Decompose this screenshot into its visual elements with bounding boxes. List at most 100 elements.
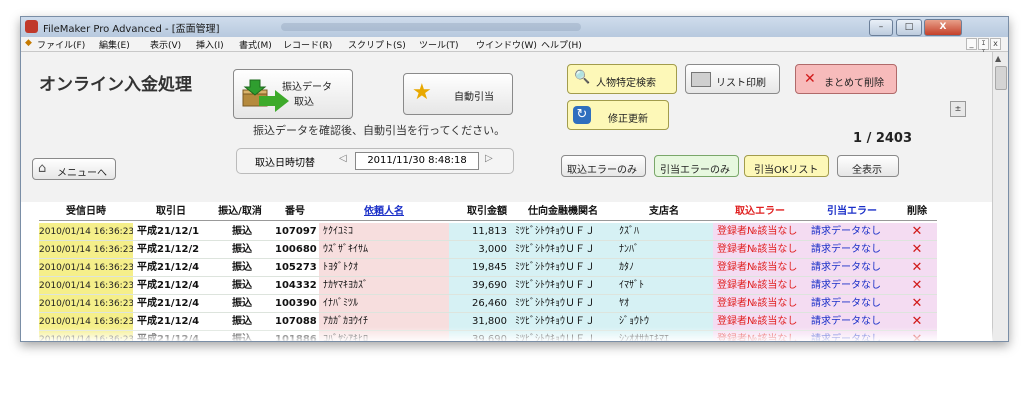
menu-help[interactable]: ヘルプ(H) [541,38,582,51]
menu-format[interactable]: 書式(M) [239,38,272,51]
payer-cell[interactable]: ｹｸｲﾕﾐｺ [319,223,449,241]
menu-app-icon[interactable]: ◆ [25,38,35,48]
col-assign-error-header[interactable]: 引当エラー [807,203,897,221]
next-arrow-icon[interactable]: ▷ [485,153,493,164]
number-cell[interactable]: 100390 [271,295,319,313]
import-error-cell[interactable]: 登録者№該当なし [713,295,807,313]
number-cell[interactable]: 105273 [271,259,319,277]
menu-insert[interactable]: 挿入(I) [196,38,224,51]
payer-cell[interactable]: ﾄﾖﾀﾞﾄｸｵ [319,259,449,277]
mdi-restore-button[interactable]: ＩＩ [978,38,989,56]
delete-row-icon[interactable]: ✕ [897,295,937,313]
import-error-cell[interactable]: 登録者№該当なし [713,277,807,295]
bank-cell[interactable]: ﾐﾂﾋﾞｼﾄｳｷｮｳＵＦＪ [511,295,615,313]
menu-tools[interactable]: ツール(T) [419,38,459,51]
delete-row-icon[interactable]: ✕ [897,259,937,277]
maximize-button[interactable]: □ [896,19,922,36]
date-cell[interactable]: 平成21/12/2 [133,241,209,259]
menu-file[interactable]: ファイル(F) [37,38,85,51]
import-error-cell[interactable]: 登録者№該当なし [713,241,807,259]
branch-cell[interactable]: ｸｽﾞﾊ [615,223,713,241]
datetime-field[interactable]: 2011/11/30 8:48:18 [355,152,479,170]
filter-assign-ok-button[interactable]: 引当OKリスト [744,155,829,177]
amount-cell[interactable]: 3,000 [449,241,511,259]
branch-cell[interactable]: ｶﾀﾉ [615,259,713,277]
table-row[interactable]: 2010/01/14 16:36:23 平成21/12/1 振込 107097 ｹｸｲﾕ… [39,223,983,241]
type-cell[interactable]: 振込 [209,259,271,277]
amount-cell[interactable]: 39,690 [449,277,511,295]
type-cell[interactable]: 振込 [209,295,271,313]
close-button[interactable]: X [924,19,962,36]
date-cell[interactable]: 平成21/12/1 [133,223,209,241]
assign-error-cell[interactable]: 請求データなし [807,295,897,313]
list-print-button[interactable]: リスト印刷 [685,64,780,94]
assign-error-cell[interactable]: 請求データなし [807,223,897,241]
scroll-top-button[interactable]: ± [950,101,966,117]
bulk-delete-button[interactable]: ✕ まとめて削除 [795,64,897,94]
import-error-cell[interactable]: 登録者№該当なし [713,223,807,241]
branch-cell[interactable]: ﾅﾝﾊﾞ [615,241,713,259]
menu-return-button[interactable]: ⌂ メニューへ [32,158,116,180]
date-cell[interactable]: 平成21/12/4 [133,277,209,295]
branch-cell[interactable]: ｲﾏｻﾞﾄ [615,277,713,295]
col-branch-header[interactable]: 支店名 [615,203,713,221]
bank-cell[interactable]: ﾐﾂﾋﾞｼﾄｳｷｮｳＵＦＪ [511,277,615,295]
col-type-header[interactable]: 振込/取消 [209,203,271,221]
bank-cell[interactable]: ﾐﾂﾋﾞｼﾄｳｷｮｳＵＦＪ [511,259,615,277]
col-number-header[interactable]: 番号 [271,203,319,221]
table-row[interactable]: 2010/01/14 16:36:23 平成21/12/4 振込 100390 ｲﾅﾊﾞ… [39,295,983,313]
payer-cell[interactable]: ﾅｶﾔﾏｷﾖｶｽﾞ [319,277,449,295]
menu-edit[interactable]: 編集(E) [99,38,130,51]
col-import-error-header[interactable]: 取込エラー [713,203,807,221]
delete-row-icon[interactable]: ✕ [897,277,937,295]
number-cell[interactable]: 107097 [271,223,319,241]
previous-arrow-icon[interactable]: ◁ [339,153,347,164]
col-received-header[interactable]: 受信日時 [39,203,133,221]
menu-scripts[interactable]: スクリプト(S) [348,38,406,51]
branch-cell[interactable]: ﾔｵ [615,295,713,313]
menu-view[interactable]: 表示(V) [150,38,181,51]
col-delete-header[interactable]: 削除 [897,203,937,221]
assign-error-cell[interactable]: 請求データなし [807,241,897,259]
type-cell[interactable]: 振込 [209,223,271,241]
payer-cell[interactable]: ｳｽﾞｻﾞｷｲｻﾑ [319,241,449,259]
show-all-button[interactable]: 全表示 [837,155,899,177]
col-amount-header[interactable]: 取引金額 [449,203,511,221]
type-cell[interactable]: 振込 [209,277,271,295]
import-error-cell[interactable]: 登録者№該当なし [713,259,807,277]
menu-records[interactable]: レコード(R) [283,38,332,51]
col-bank-header[interactable]: 仕向金融機関名 [511,203,615,221]
col-date-header[interactable]: 取引日 [133,203,209,221]
amount-cell[interactable]: 19,845 [449,259,511,277]
table-row[interactable]: 2010/01/14 16:36:23 平成21/12/4 振込 105273 ﾄﾖﾀﾞ… [39,259,983,277]
amount-cell[interactable]: 26,460 [449,295,511,313]
auto-assign-button[interactable]: ★ 自動引当 [403,73,513,115]
person-search-button[interactable]: 🔍 人物特定検索 [567,64,677,94]
amount-cell[interactable]: 11,813 [449,223,511,241]
menu-window[interactable]: ウインドウ(W) [476,38,537,51]
mdi-close-button[interactable]: x [990,38,1001,50]
bank-cell[interactable]: ﾐﾂﾋﾞｼﾄｳｷｮｳＵＦＪ [511,223,615,241]
bank-cell[interactable]: ﾐﾂﾋﾞｼﾄｳｷｮｳＵＦＪ [511,241,615,259]
scroll-up-arrow-icon[interactable]: ▲ [995,54,1001,63]
delete-row-icon[interactable]: ✕ [897,241,937,259]
scroll-thumb[interactable] [995,66,1007,90]
assign-error-cell[interactable]: 請求データなし [807,259,897,277]
type-cell[interactable]: 振込 [209,241,271,259]
payer-cell[interactable]: ｲﾅﾊﾞﾐﾂﾙ [319,295,449,313]
minimize-button[interactable]: – [869,19,893,36]
number-cell[interactable]: 100680 [271,241,319,259]
col-payer-header[interactable]: 依頼人名 [319,203,449,221]
filter-assign-error-button[interactable]: 引当エラーのみ [654,155,739,177]
mdi-minimize-button[interactable]: _ [966,38,977,50]
assign-error-cell[interactable]: 請求データなし [807,277,897,295]
date-cell[interactable]: 平成21/12/4 [133,295,209,313]
table-row[interactable]: 2010/01/14 16:36:23 平成21/12/2 振込 100680 ｳｽﾞｻ… [39,241,983,259]
update-button[interactable]: ↻ 修正更新 [567,100,669,130]
vertical-scrollbar[interactable]: ▲ [992,52,1008,341]
table-row[interactable]: 2010/01/14 16:36:23 平成21/12/4 振込 104332 ﾅｶﾔﾏ… [39,277,983,295]
number-cell[interactable]: 104332 [271,277,319,295]
import-data-button[interactable]: 振込データ 取込 [233,69,353,119]
delete-row-icon[interactable]: ✕ [897,223,937,241]
date-cell[interactable]: 平成21/12/4 [133,259,209,277]
